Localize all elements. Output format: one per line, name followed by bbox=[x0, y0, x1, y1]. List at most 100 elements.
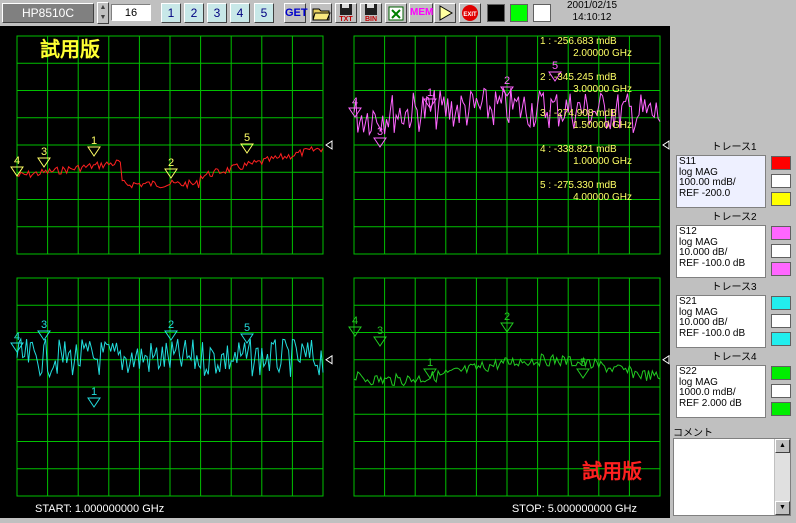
marker-readout-value: 5 : -275.330 mdB bbox=[540, 180, 617, 191]
marker-triangle-icon bbox=[87, 146, 101, 157]
trace-ref: REF -100.0 dB bbox=[679, 327, 746, 339]
exit-button[interactable]: EXIT bbox=[459, 3, 481, 23]
txt-label: TXT bbox=[339, 16, 353, 23]
color-swatch-white[interactable] bbox=[533, 4, 551, 22]
marker-label: 4 bbox=[352, 315, 358, 327]
number-spinner[interactable]: ▲ ▼ bbox=[97, 2, 109, 24]
trace-button-4[interactable]: 4 bbox=[230, 3, 250, 23]
marker-label: 3 bbox=[377, 126, 383, 138]
comment-title: コメント bbox=[673, 428, 713, 439]
marker-label: 4 bbox=[352, 96, 358, 108]
memory-button[interactable]: MEM bbox=[409, 3, 433, 23]
reference-arrow-icon bbox=[662, 140, 670, 150]
play-button[interactable] bbox=[434, 3, 456, 23]
trace-color-swatch[interactable] bbox=[771, 192, 791, 206]
trace-color-swatch[interactable] bbox=[771, 262, 791, 276]
grid-panel-2 bbox=[353, 35, 670, 255]
grid-panel-1 bbox=[16, 35, 333, 255]
trace-format: log MAG bbox=[679, 376, 718, 388]
marker-readout-frequency: 3.00000 GHz bbox=[573, 84, 632, 95]
trace-panel-2[interactable]: トレース2 S12 log MAG 10.000 dB/REF -100.0 dB bbox=[673, 212, 795, 280]
marker-label: 3 bbox=[377, 325, 383, 337]
marker-3: 3 bbox=[37, 146, 51, 168]
trace-color-swatch[interactable] bbox=[771, 384, 791, 398]
marker-label: 1 bbox=[91, 135, 97, 147]
marker-1: 1 bbox=[87, 386, 101, 408]
trace-color-swatch[interactable] bbox=[771, 156, 791, 170]
marker-label: 2 bbox=[504, 75, 510, 87]
stop-frequency: STOP: 5.000000000 GHz bbox=[512, 503, 637, 515]
trace-color-swatch[interactable] bbox=[771, 314, 791, 328]
trace-color-swatch[interactable] bbox=[771, 244, 791, 258]
comment-scrollbar[interactable]: ▲ ▼ bbox=[774, 439, 790, 515]
number-input[interactable]: 16 bbox=[111, 4, 151, 21]
marker-triangle-icon bbox=[348, 326, 362, 337]
trace-ref: REF 2.000 dB bbox=[679, 397, 742, 409]
marker-triangle-icon bbox=[240, 333, 254, 344]
trace-panel-3[interactable]: トレース3 S21 log MAG 10.000 dB/REF -100.0 dB bbox=[673, 282, 795, 350]
trace-format: log MAG bbox=[679, 306, 718, 318]
get-button[interactable]: GET bbox=[284, 3, 308, 23]
save-txt-button[interactable]: TXT bbox=[335, 3, 357, 23]
marker-readout-value: 1 : -256.683 mdB bbox=[540, 36, 617, 47]
instrument-button[interactable]: HP8510C bbox=[2, 3, 94, 23]
marker-readout-frequency: 1.50000 GHz bbox=[573, 120, 632, 131]
trace-info[interactable]: S21 log MAG 10.000 dB/REF -100.0 dB bbox=[676, 295, 766, 348]
trace-button-2[interactable]: 2 bbox=[184, 3, 204, 23]
marker-label: 2 bbox=[168, 157, 174, 169]
marker-readout-frequency: 2.00000 GHz bbox=[573, 48, 632, 59]
trace-button-5[interactable]: 5 bbox=[254, 3, 274, 23]
date-text: 2001/02/15 bbox=[566, 0, 618, 11]
grid-panel-3 bbox=[16, 277, 333, 497]
trace-panel-1[interactable]: トレース1 S11 log MAG 100.00 mdB/REF -200.0 bbox=[673, 142, 795, 210]
marker-label: 5 bbox=[552, 60, 558, 72]
play-icon bbox=[439, 5, 453, 21]
plot-area: 1 2 3 4 5 1 2 3 4 5 1 2 3 4 5 1 2 3 4 5 試用版 試用版 1 : -256.68… bbox=[10, 35, 670, 515]
trace-scale: 1000.0 mdB/ bbox=[679, 387, 736, 398]
trace-title: トレース2 bbox=[711, 212, 757, 223]
marker-triangle-icon bbox=[576, 368, 590, 379]
trace-color-swatch[interactable] bbox=[771, 296, 791, 310]
analyzer-screen: 1 2 3 4 5 1 2 3 4 5 1 2 3 4 5 1 2 3 4 5 試用版 試用版 1 : -256.68… bbox=[0, 26, 670, 518]
marker-label: 1 bbox=[427, 87, 433, 99]
trace-color-swatch[interactable] bbox=[771, 226, 791, 240]
reference-arrow-icon bbox=[325, 354, 333, 365]
marker-label: 5 bbox=[580, 357, 586, 369]
reference-arrow-icon bbox=[662, 354, 670, 365]
start-frequency: START: 1.000000000 GHz bbox=[35, 503, 164, 515]
trace-color-swatch[interactable] bbox=[771, 174, 791, 188]
spin-up-icon[interactable]: ▲ bbox=[98, 3, 108, 13]
trace-info[interactable]: S11 log MAG 100.00 mdB/REF -200.0 bbox=[676, 155, 766, 208]
exit-icon: EXIT bbox=[462, 5, 478, 21]
marker-readout-value: 4 : -338.821 mdB bbox=[540, 144, 617, 155]
watermark-top: 試用版 bbox=[40, 37, 100, 61]
trace-info[interactable]: S22 log MAG 1000.0 mdB/REF 2.000 dB bbox=[676, 365, 766, 418]
scroll-down-icon[interactable]: ▼ bbox=[775, 501, 790, 515]
trace-button-3[interactable]: 3 bbox=[207, 3, 227, 23]
trace-color-swatch[interactable] bbox=[771, 366, 791, 380]
trace-button-1[interactable]: 1 bbox=[161, 3, 181, 23]
save-bin-button[interactable]: BIN bbox=[360, 3, 382, 23]
floppy-icon bbox=[340, 4, 352, 15]
scroll-up-icon[interactable]: ▲ bbox=[775, 439, 790, 453]
marker-readout-value: 3 : -274.908 mdB bbox=[540, 108, 617, 119]
marker-readout-value: 2 : -345.245 mdB bbox=[540, 72, 617, 83]
marker-label: 5 bbox=[244, 132, 250, 144]
marker-triangle-icon bbox=[87, 397, 101, 408]
toolbar: HP8510C ▲ ▼ 16 1 2 3 4 5 GET TXT BIN MEM … bbox=[0, 0, 796, 27]
color-swatch-green[interactable] bbox=[510, 4, 528, 22]
trace-color-swatch[interactable] bbox=[771, 332, 791, 346]
trace-panel-4[interactable]: トレース4 S22 log MAG 1000.0 mdB/REF 2.000 dB bbox=[673, 352, 795, 420]
trace-ref: REF -200.0 bbox=[679, 187, 731, 199]
comment-textarea[interactable]: ▲ ▼ bbox=[673, 438, 791, 516]
spin-down-icon[interactable]: ▼ bbox=[98, 13, 108, 23]
marker-label: 5 bbox=[244, 322, 250, 334]
marker-2: 2 bbox=[164, 319, 178, 341]
marker-label: 4 bbox=[14, 331, 20, 343]
excel-button[interactable] bbox=[385, 3, 407, 23]
color-swatch-black[interactable] bbox=[487, 4, 505, 22]
trace-info[interactable]: S12 log MAG 10.000 dB/REF -100.0 dB bbox=[676, 225, 766, 278]
trace-color-swatch[interactable] bbox=[771, 402, 791, 416]
open-folder-button[interactable] bbox=[310, 3, 332, 23]
floppy-icon bbox=[365, 4, 377, 15]
